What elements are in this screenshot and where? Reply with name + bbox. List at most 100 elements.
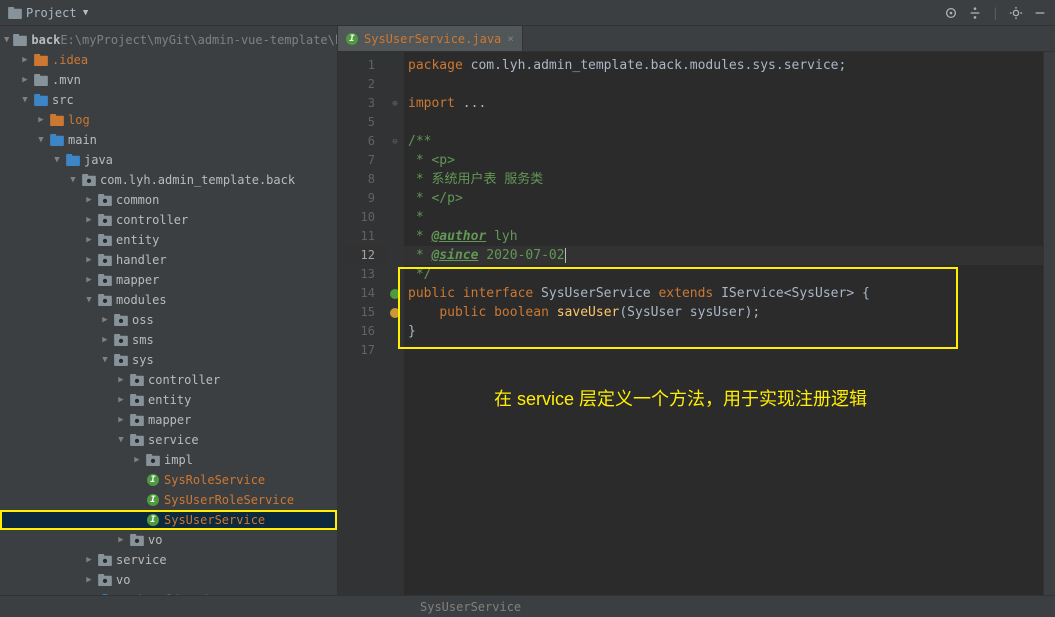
tree-node-common[interactable]: common bbox=[0, 190, 337, 210]
line-number[interactable]: 10 bbox=[338, 208, 385, 227]
tree-node-handler[interactable]: handler bbox=[0, 250, 337, 270]
tree-node-log[interactable]: log bbox=[0, 110, 337, 130]
divide-icon[interactable] bbox=[968, 6, 982, 20]
line-number[interactable]: 15 bbox=[338, 303, 385, 322]
tree-arrow-icon[interactable] bbox=[84, 195, 94, 205]
tree-arrow-icon[interactable] bbox=[36, 115, 46, 125]
tree-node-sysuserservice[interactable]: ISysUserService bbox=[0, 510, 337, 530]
tree-node-impl[interactable]: impl bbox=[0, 450, 337, 470]
code-line[interactable] bbox=[404, 113, 1043, 132]
line-number[interactable]: 11 bbox=[338, 227, 385, 246]
code-line[interactable]: public boolean saveUser(SysUser sysUser)… bbox=[404, 303, 1043, 322]
line-number[interactable]: 6 bbox=[338, 132, 385, 151]
tree-arrow-icon[interactable] bbox=[84, 295, 94, 305]
tree-node-controller[interactable]: controller bbox=[0, 210, 337, 230]
code-line[interactable]: * <p> bbox=[404, 151, 1043, 170]
tree-node--idea[interactable]: .idea bbox=[0, 50, 337, 70]
tree-arrow-icon[interactable] bbox=[116, 435, 126, 445]
line-number[interactable]: 3 bbox=[338, 94, 385, 113]
tree-node-vo[interactable]: vo bbox=[0, 570, 337, 590]
code-line[interactable] bbox=[404, 75, 1043, 94]
tree-node-controller[interactable]: controller bbox=[0, 370, 337, 390]
code-line[interactable]: * @author lyh bbox=[404, 227, 1043, 246]
tab-sysuserservice[interactable]: I SysUserService.java × bbox=[338, 26, 523, 51]
line-number[interactable]: 12 bbox=[338, 246, 385, 265]
tree-arrow-icon[interactable] bbox=[20, 75, 30, 85]
code-line[interactable]: * @since 2020-07-02 bbox=[404, 246, 1043, 265]
tree-arrow-icon[interactable] bbox=[84, 235, 94, 245]
tree-node-src[interactable]: src bbox=[0, 90, 337, 110]
tree-arrow-icon[interactable] bbox=[52, 155, 62, 165]
tree-arrow-icon[interactable] bbox=[116, 535, 126, 545]
line-number[interactable]: 2 bbox=[338, 75, 385, 94]
code-line[interactable]: * bbox=[404, 208, 1043, 227]
tree-arrow-icon[interactable] bbox=[100, 315, 110, 325]
tree-arrow-icon[interactable] bbox=[4, 35, 9, 45]
tree-node-sms[interactable]: sms bbox=[0, 330, 337, 350]
line-number[interactable]: 14 bbox=[338, 284, 385, 303]
tree-arrow-icon[interactable] bbox=[116, 415, 126, 425]
tree-node-sysuserroleservice[interactable]: ISysUserRoleService bbox=[0, 490, 337, 510]
tree-arrow-icon[interactable] bbox=[100, 335, 110, 345]
tree-node-service[interactable]: service bbox=[0, 550, 337, 570]
line-gutter[interactable]: 123567891011121314151617 bbox=[338, 52, 386, 595]
fold-icon[interactable]: ⊕ bbox=[392, 99, 397, 109]
code-line[interactable]: } bbox=[404, 322, 1043, 341]
code-line[interactable]: public interface SysUserService extends … bbox=[404, 284, 1043, 303]
gear-icon[interactable] bbox=[1009, 6, 1023, 20]
minimize-icon[interactable] bbox=[1033, 6, 1047, 20]
tree-node-mapper[interactable]: mapper bbox=[0, 410, 337, 430]
code-line[interactable]: * </p> bbox=[404, 189, 1043, 208]
code-line[interactable]: * 系统用户表 服务类 bbox=[404, 170, 1043, 189]
tree-arrow-icon[interactable] bbox=[84, 215, 94, 225]
project-tree[interactable]: back E:\myProject\myGit\admin-vue-templa… bbox=[0, 26, 337, 595]
line-number[interactable]: 7 bbox=[338, 151, 385, 170]
target-icon[interactable] bbox=[944, 6, 958, 20]
tree-node-backapplication[interactable]: CBackApplication bbox=[0, 590, 337, 595]
status-breadcrumb[interactable]: SysUserService bbox=[420, 600, 521, 614]
tree-node--mvn[interactable]: .mvn bbox=[0, 70, 337, 90]
tree-node-sysroleservice[interactable]: ISysRoleService bbox=[0, 470, 337, 490]
code-line[interactable]: */ bbox=[404, 265, 1043, 284]
code-line[interactable]: /** bbox=[404, 132, 1043, 151]
implement-marker-icon[interactable] bbox=[390, 308, 400, 318]
tree-node-java[interactable]: java bbox=[0, 150, 337, 170]
tree-node-main[interactable]: main bbox=[0, 130, 337, 150]
tree-arrow-icon[interactable] bbox=[84, 575, 94, 585]
override-marker-icon[interactable] bbox=[390, 289, 400, 299]
line-number[interactable]: 13 bbox=[338, 265, 385, 284]
tree-arrow-icon[interactable] bbox=[36, 135, 46, 145]
tree-arrow-icon[interactable] bbox=[84, 275, 94, 285]
tree-arrow-icon[interactable] bbox=[116, 375, 126, 385]
line-number[interactable]: 16 bbox=[338, 322, 385, 341]
tree-node-modules[interactable]: modules bbox=[0, 290, 337, 310]
fold-icon[interactable]: ⊖ bbox=[392, 137, 397, 147]
tree-node-mapper[interactable]: mapper bbox=[0, 270, 337, 290]
tree-node-entity[interactable]: entity bbox=[0, 230, 337, 250]
tree-node-vo[interactable]: vo bbox=[0, 530, 337, 550]
tree-node-sys[interactable]: sys bbox=[0, 350, 337, 370]
tree-arrow-icon[interactable] bbox=[68, 175, 78, 185]
tree-node-com-lyh-admin-template-back[interactable]: com.lyh.admin_template.back bbox=[0, 170, 337, 190]
tree-node-service[interactable]: service bbox=[0, 430, 337, 450]
tree-node-entity[interactable]: entity bbox=[0, 390, 337, 410]
code-line[interactable]: package com.lyh.admin_template.back.modu… bbox=[404, 56, 1043, 75]
line-number[interactable]: 9 bbox=[338, 189, 385, 208]
line-number[interactable]: 5 bbox=[338, 113, 385, 132]
tree-arrow-icon[interactable] bbox=[84, 255, 94, 265]
tree-arrow-icon[interactable] bbox=[116, 395, 126, 405]
tree-arrow-icon[interactable] bbox=[100, 355, 110, 365]
tree-node-oss[interactable]: oss bbox=[0, 310, 337, 330]
tree-node-back[interactable]: back E:\myProject\myGit\admin-vue-templa… bbox=[0, 30, 337, 50]
tree-arrow-icon[interactable] bbox=[20, 95, 30, 105]
line-number[interactable]: 1 bbox=[338, 56, 385, 75]
code-line[interactable]: import ... bbox=[404, 94, 1043, 113]
project-label[interactable]: Project bbox=[8, 6, 91, 20]
line-number[interactable]: 17 bbox=[338, 341, 385, 360]
code-line[interactable] bbox=[404, 341, 1043, 360]
tree-arrow-icon[interactable] bbox=[132, 455, 142, 465]
close-icon[interactable]: × bbox=[507, 32, 514, 45]
line-number[interactable]: 8 bbox=[338, 170, 385, 189]
tree-arrow-icon[interactable] bbox=[20, 55, 30, 65]
code-editor[interactable]: package com.lyh.admin_template.back.modu… bbox=[404, 52, 1043, 595]
